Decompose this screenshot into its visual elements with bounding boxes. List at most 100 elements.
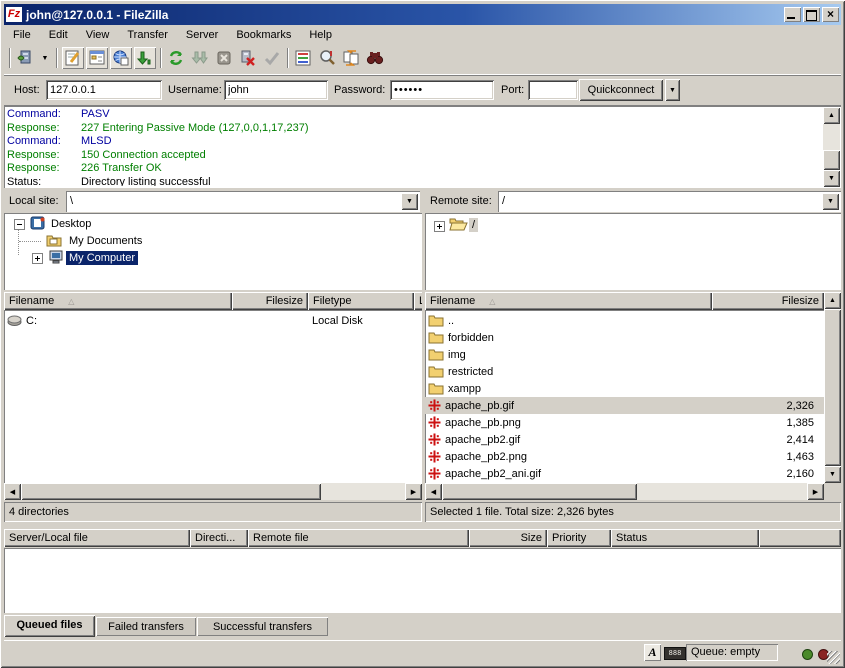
file-name: apache_pb2_ani.gif: [445, 468, 704, 480]
resize-grip[interactable]: [827, 651, 840, 664]
toggle-local-tree-button[interactable]: [86, 47, 108, 69]
tab-successful-transfers[interactable]: Successful transfers: [197, 617, 328, 636]
expand-toggle[interactable]: [434, 221, 445, 232]
column-header-filler: [759, 529, 841, 547]
quickconnect-dropdown[interactable]: ▼: [665, 79, 680, 101]
scroll-up-button[interactable]: ▲: [824, 292, 841, 309]
column-header-direction[interactable]: Directi...: [190, 529, 248, 547]
scroll-right-button[interactable]: ▶: [405, 483, 422, 500]
remote-site-combo[interactable]: / ▼: [498, 191, 841, 212]
queue-list: [4, 548, 841, 613]
menu-edit[interactable]: Edit: [40, 27, 77, 43]
remote-folder-row[interactable]: forbidden: [425, 329, 824, 346]
remote-status-bar: Selected 1 file. Total size: 2,326 bytes: [425, 502, 841, 522]
column-header-filetype[interactable]: Filetype: [308, 292, 414, 310]
scroll-left-button[interactable]: ◀: [4, 483, 21, 500]
minimize-button[interactable]: [784, 7, 801, 22]
scrollbar-thumb[interactable]: [823, 150, 840, 170]
scroll-down-button[interactable]: ▼: [824, 466, 841, 483]
collapse-toggle[interactable]: [14, 219, 25, 230]
tab-queued-files[interactable]: Queued files: [4, 615, 95, 637]
image-file-icon: [428, 416, 441, 429]
toggle-log-button[interactable]: [62, 47, 84, 69]
maximize-button[interactable]: [803, 7, 820, 22]
data-type-ascii-icon[interactable]: A: [644, 644, 661, 661]
remote-file-row[interactable]: apache_pb2.gif 2,414: [425, 431, 824, 448]
filter-button[interactable]: [292, 47, 314, 69]
synchronized-browsing-button[interactable]: [340, 47, 362, 69]
process-queue-button[interactable]: [189, 47, 211, 69]
local-list-hscrollbar[interactable]: ◀ ▶: [4, 483, 422, 500]
remote-file-row-selected[interactable]: apache_pb.gif 2,326: [425, 397, 824, 414]
cancel-icon: [215, 49, 233, 67]
disconnect-button[interactable]: [237, 47, 259, 69]
column-header-filesize[interactable]: Filesize: [712, 292, 824, 310]
app-logo-icon: Fz: [6, 7, 22, 22]
remote-file-row[interactable]: apache_pb2.png 1,463: [425, 448, 824, 465]
scrollbar-thumb[interactable]: [442, 483, 637, 500]
remote-list-scrollbar[interactable]: ▲ ▼: [824, 292, 841, 483]
local-site-combo-arrow[interactable]: ▼: [401, 193, 418, 210]
remote-file-row[interactable]: apache_pb.png 1,385: [425, 414, 824, 431]
column-header-filesize[interactable]: Filesize: [232, 292, 308, 310]
menu-bookmarks[interactable]: Bookmarks: [227, 27, 300, 43]
chevron-down-icon: ▼: [406, 198, 413, 205]
column-header-priority[interactable]: Priority: [547, 529, 611, 547]
arrow-right-icon: ▶: [813, 488, 818, 496]
column-header-filename[interactable]: Filename△: [4, 292, 232, 310]
scroll-left-button[interactable]: ◀: [425, 483, 442, 500]
host-input[interactable]: [46, 80, 162, 100]
tree-item-my-documents[interactable]: My Documents: [66, 234, 145, 248]
site-manager-dropdown[interactable]: ▼: [38, 47, 52, 69]
log-scrollbar[interactable]: ▲ ▼: [823, 107, 840, 187]
menu-server[interactable]: Server: [177, 27, 227, 43]
site-manager-button[interactable]: [14, 47, 36, 69]
menu-view[interactable]: View: [77, 27, 119, 43]
directory-comparison-button[interactable]: [316, 47, 338, 69]
remote-list-hscrollbar[interactable]: ◀ ▶: [425, 483, 824, 500]
tree-item-root[interactable]: /: [469, 218, 478, 232]
menu-transfer[interactable]: Transfer: [118, 27, 177, 43]
menu-file[interactable]: File: [4, 27, 40, 43]
refresh-button[interactable]: [165, 47, 187, 69]
scroll-up-button[interactable]: ▲: [823, 107, 840, 124]
title-bar[interactable]: Fz john@127.0.0.1 - FileZilla ×: [4, 4, 841, 25]
find-files-button[interactable]: [364, 47, 386, 69]
scrollbar-thumb[interactable]: [21, 483, 321, 500]
menu-help[interactable]: Help: [300, 27, 341, 43]
quickconnect-button[interactable]: Quickconnect: [579, 79, 663, 101]
remote-file-row[interactable]: apache_pb2_ani.gif 2,160: [425, 465, 824, 482]
local-site-combo[interactable]: \ ▼: [66, 191, 420, 212]
remote-folder-row[interactable]: img: [425, 346, 824, 363]
tab-failed-transfers[interactable]: Failed transfers: [96, 617, 196, 636]
toggle-remote-tree-button[interactable]: [110, 47, 132, 69]
file-size: 2,326: [704, 400, 824, 412]
cancel-button[interactable]: [213, 47, 235, 69]
column-header-server-local-file[interactable]: Server/Local file: [4, 529, 190, 547]
close-button[interactable]: ×: [822, 7, 839, 22]
column-header-filename[interactable]: Filename△: [425, 292, 712, 310]
username-input[interactable]: [224, 80, 328, 100]
scroll-down-button[interactable]: ▼: [823, 170, 840, 187]
column-header-last-modified[interactable]: L: [414, 292, 422, 310]
remote-folder-row[interactable]: xampp: [425, 380, 824, 397]
message-log-icon: [64, 49, 82, 67]
tree-item-my-computer[interactable]: My Computer: [66, 251, 138, 265]
column-header-size[interactable]: Size: [469, 529, 547, 547]
remote-site-combo-arrow[interactable]: ▼: [822, 193, 839, 210]
password-input[interactable]: [390, 80, 494, 100]
column-header-remote-file[interactable]: Remote file: [248, 529, 469, 547]
scroll-right-button[interactable]: ▶: [807, 483, 824, 500]
column-header-status[interactable]: Status: [611, 529, 759, 547]
speed-limits-icon[interactable]: 888: [664, 647, 686, 660]
reconnect-button[interactable]: [261, 47, 283, 69]
tree-item-desktop[interactable]: Desktop: [48, 217, 94, 231]
arrow-left-icon: ◀: [10, 488, 15, 496]
toggle-queue-button[interactable]: [134, 47, 156, 69]
local-file-row[interactable]: C: Local Disk: [4, 312, 422, 329]
remote-folder-row[interactable]: restricted: [425, 363, 824, 380]
port-input[interactable]: [528, 80, 578, 100]
remote-folder-row[interactable]: ..: [425, 312, 824, 329]
scrollbar-thumb[interactable]: [824, 309, 841, 466]
expand-toggle[interactable]: [32, 253, 43, 264]
